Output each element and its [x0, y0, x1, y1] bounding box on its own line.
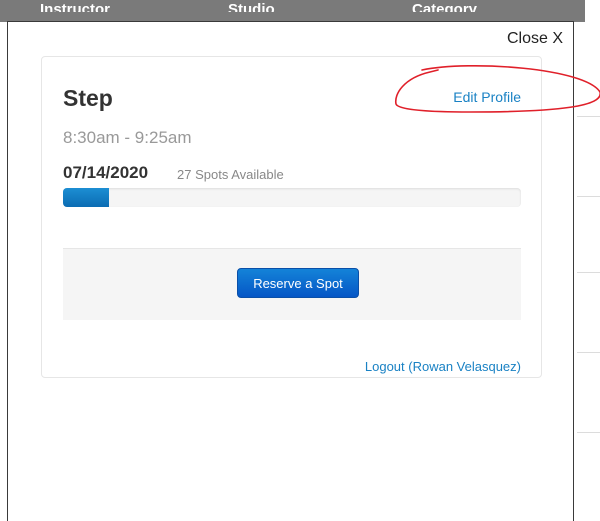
- background-row-divider: [577, 432, 600, 433]
- reserve-panel: Reserve a Spot: [63, 248, 521, 320]
- header-category: Category: [412, 2, 478, 12]
- progress-fill: [63, 188, 109, 207]
- spots-progress-bar: [63, 188, 521, 207]
- class-title: Step: [63, 85, 113, 111]
- close-button[interactable]: Close X: [507, 30, 563, 48]
- spots-available: 27 Spots Available: [177, 167, 284, 182]
- logout-link[interactable]: Logout (Rowan Velasquez): [365, 359, 521, 374]
- header-studio: Studio: [228, 2, 275, 12]
- background-row-divider: [577, 272, 600, 273]
- class-details-modal: Close X Step Edit Profile 8:30am - 9:25a…: [7, 21, 574, 521]
- background-row-divider: [577, 352, 600, 353]
- class-date: 07/14/2020: [63, 163, 149, 182]
- class-time: 8:30am - 9:25am: [63, 128, 192, 147]
- background-table-header: Instructor Studio Category: [0, 0, 585, 22]
- background-row-divider: [577, 196, 600, 197]
- header-instructor: Instructor: [40, 2, 111, 12]
- class-card: Step Edit Profile 8:30am - 9:25am 07/14/…: [41, 56, 542, 378]
- background-row-divider: [577, 116, 600, 117]
- edit-profile-link[interactable]: Edit Profile: [453, 89, 521, 105]
- reserve-spot-button[interactable]: Reserve a Spot: [237, 268, 359, 298]
